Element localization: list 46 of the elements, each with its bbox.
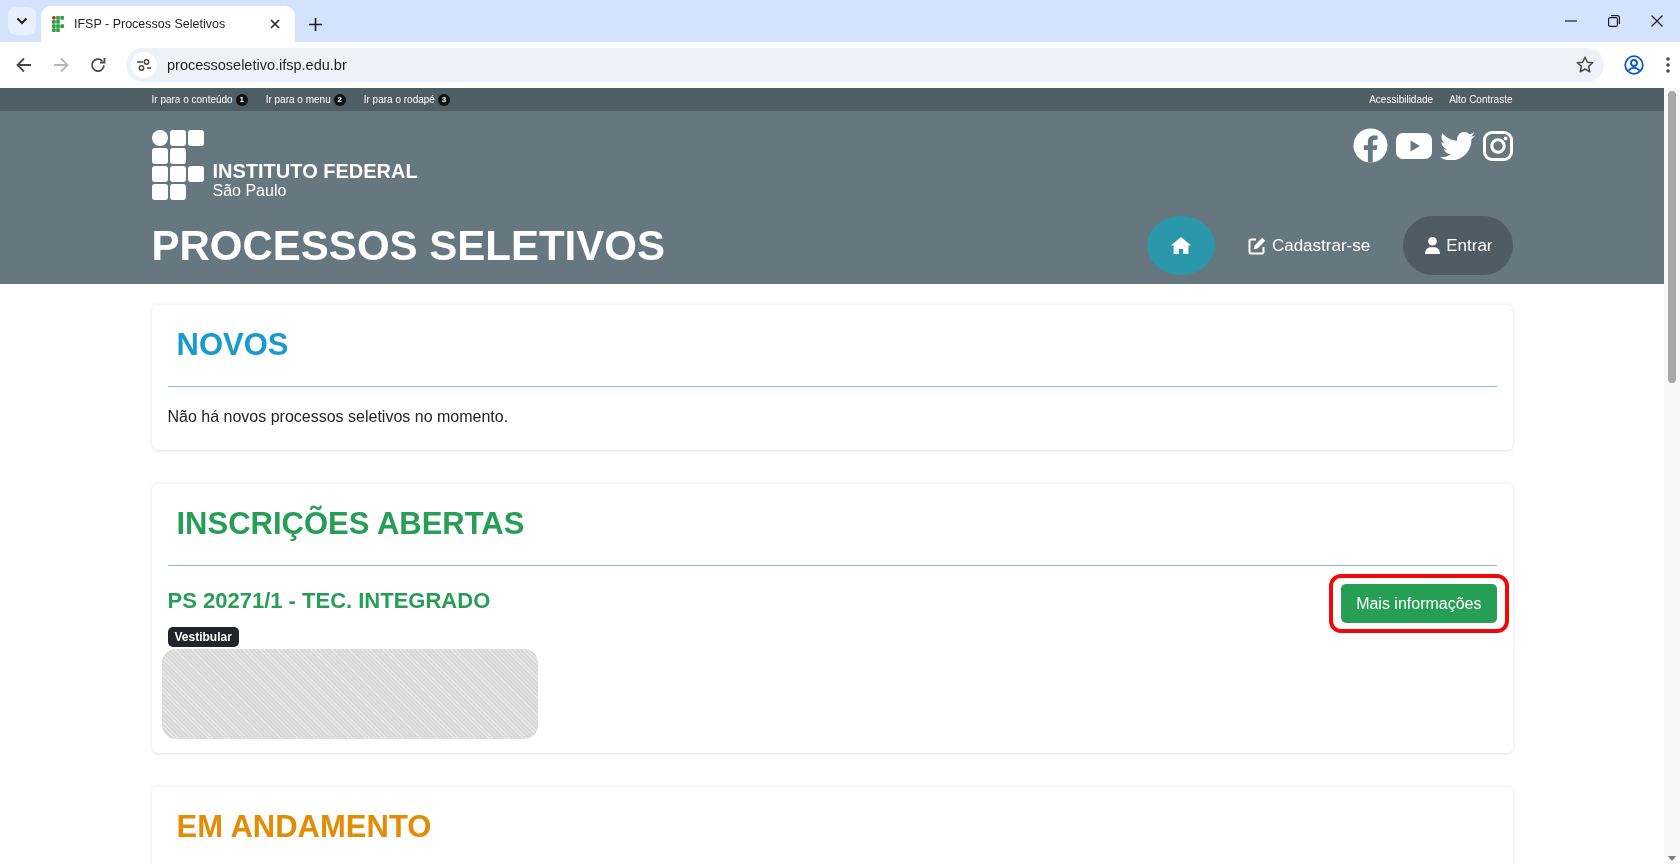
shortcut-number-badge: 3 [437,93,450,106]
tune-icon [137,59,151,71]
more-menu-icon[interactable] [1666,57,1670,73]
login-button[interactable]: Entrar [1403,216,1513,275]
bird-icon[interactable] [1439,131,1475,160]
page-title: PROCESSOS SELETIVOS [151,221,665,271]
facebook-icon[interactable] [1352,128,1388,163]
section-title: NOVOS [175,326,290,364]
accessibility-link[interactable]: Alto Contraste [1449,94,1513,105]
home-icon [1170,237,1191,254]
process-title: PS 20271/1 - TEC. INTEGRADO [167,587,491,615]
plus-icon[interactable] [309,18,322,31]
grid-logo-icon [151,130,204,200]
site-info-button[interactable] [131,52,157,78]
section-title: INSCRIÇÕES ABERTAS [175,504,526,543]
close-icon [270,19,280,29]
scrollbar-thumb[interactable] [1668,91,1676,383]
logo-name: INSTITUTO FEDERAL [212,161,418,182]
empty-message: Não há novos processos seletivos no momento. [167,407,510,427]
skip-link[interactable]: Ir para o rodapé 3 [363,93,450,106]
close-icon[interactable] [1651,15,1663,27]
back-arrow-icon[interactable] [16,57,32,73]
star-icon[interactable] [1576,56,1594,74]
tab-search-button[interactable] [8,7,36,35]
browser-tab[interactable]: IFSP - Processos Seletivos [41,6,295,42]
category-badge: Vestibular [167,627,239,647]
skip-link[interactable]: Ir para o menu 2 [265,93,346,106]
shortcut-number-badge: 2 [333,93,346,106]
shortcut-number-badge: 1 [235,93,248,106]
profile-icon[interactable] [1624,55,1644,75]
edit-icon [1247,236,1266,255]
section-title: EM ANDAMENTO [175,808,433,846]
skip-link[interactable]: Ir para o conteúdo 1 [151,93,248,106]
accessibility-link[interactable]: Acessibilidade [1369,94,1434,105]
address-bar[interactable]: processoseletivo.ifsp.edu.br [126,48,1604,82]
restore-icon[interactable] [1608,15,1620,27]
reload-icon[interactable] [90,57,106,73]
favicon-icon [52,16,64,32]
play-video-icon[interactable] [1395,132,1432,159]
user-icon [1425,237,1441,254]
scroll-down-arrow-icon[interactable] [1668,856,1676,861]
register-link[interactable]: Cadastrar-se [1247,235,1371,256]
camera-outline-icon[interactable] [1482,130,1513,161]
scrollbar-track[interactable] [1664,88,1680,864]
chevron-down-icon [16,17,28,25]
logo-campus: São Paulo [212,182,288,199]
